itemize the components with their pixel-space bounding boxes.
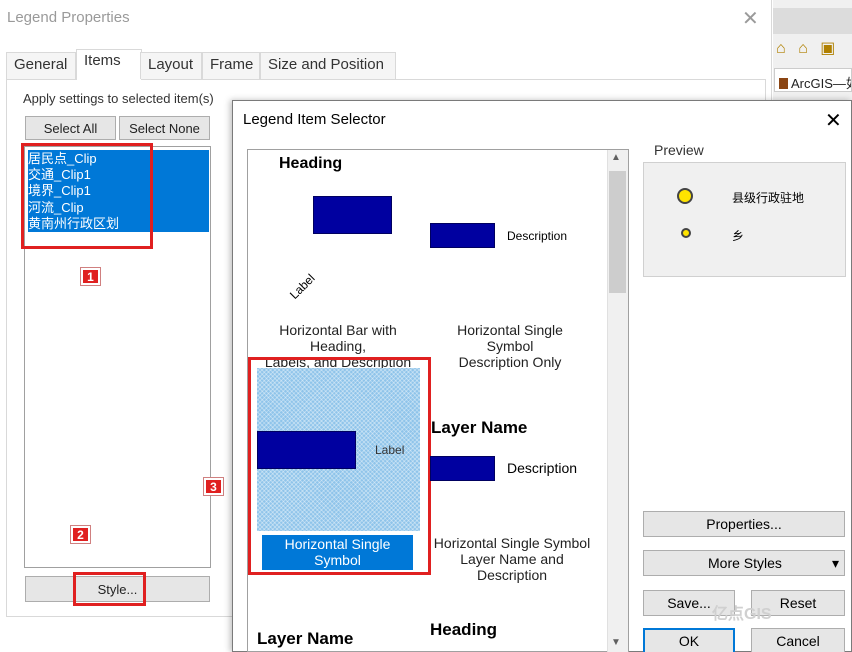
preview-row-text: 县级行政驻地: [732, 191, 805, 205]
preview-county-seat-symbol-icon: [677, 188, 693, 204]
style4-description: Description: [507, 460, 578, 476]
style1-caption-line1: Horizontal Bar with Heading,: [279, 322, 397, 354]
select-none-button[interactable]: Select None: [119, 116, 210, 140]
annotation-badge-2: 2: [70, 525, 91, 544]
annotation-box-3: [248, 357, 431, 575]
style1-heading: Heading: [279, 155, 343, 172]
legend-item-selector-title: Legend Item Selector: [243, 111, 386, 128]
style4-caption-line2: Layer Name and Description: [460, 551, 564, 583]
style4-layer-name: Layer Name: [431, 418, 528, 437]
tab-items[interactable]: Items: [76, 49, 142, 80]
legend-item-selector-close-icon[interactable]: ✕: [825, 108, 842, 133]
tab-size-and-position[interactable]: Size and Position: [260, 52, 396, 79]
background-tab-label: ArcGIS—如: [791, 76, 851, 91]
style2-caption[interactable]: Horizontal Single Symbol Description Onl…: [433, 322, 587, 370]
tab-layout[interactable]: Layout: [140, 52, 202, 79]
properties-button[interactable]: Properties...: [643, 511, 845, 537]
background-tab-arcgis[interactable]: ArcGIS—如: [774, 68, 852, 92]
more-styles-label: More Styles: [708, 555, 782, 571]
watermark: 亿点GIS: [712, 606, 772, 623]
style2-symbol: [430, 223, 495, 248]
style4-caption[interactable]: Horizontal Single Symbol Layer Name and …: [428, 535, 596, 583]
style2-description: Description: [507, 229, 568, 243]
legend-properties-title: Legend Properties: [7, 9, 130, 26]
style2-caption-line2: Description Only: [458, 354, 562, 370]
gallery-scrollbar-thumb[interactable]: [609, 171, 626, 293]
annotation-badge-1: 1: [80, 267, 101, 286]
more-styles-button[interactable]: More Styles ▾: [643, 550, 845, 576]
select-all-button[interactable]: Select All: [25, 116, 116, 140]
ok-button[interactable]: OK: [643, 628, 735, 652]
style1-bar-symbol: [313, 196, 392, 234]
style2-caption-line1: Horizontal Single Symbol: [457, 322, 563, 354]
preview-label: Preview: [651, 142, 707, 158]
apply-settings-label: Apply settings to selected item(s): [23, 91, 214, 106]
style5-layer-name: Layer Name: [257, 629, 354, 648]
tab-frame[interactable]: Frame: [202, 52, 260, 79]
preview-township-symbol-icon: [681, 228, 691, 238]
dropdown-arrow-icon: ▾: [831, 554, 839, 571]
preview-box: [643, 162, 846, 277]
annotation-badge-3: 3: [203, 477, 224, 496]
annotation-box-1: [21, 143, 153, 249]
style4-symbol: [430, 456, 495, 481]
scroll-down-icon[interactable]: ▼: [611, 637, 621, 648]
annotation-box-2: [73, 572, 146, 606]
tab-general[interactable]: General: [6, 52, 76, 79]
scroll-up-icon[interactable]: ▲: [611, 152, 621, 163]
cancel-button[interactable]: Cancel: [751, 628, 845, 652]
legend-properties-close-icon[interactable]: ✕: [742, 6, 759, 31]
background-window-titlebar: [773, 8, 852, 34]
background-toolbar-icons: ⌂ ⌂ ▣: [776, 40, 840, 57]
preview-row-text: 乡: [732, 229, 745, 243]
style4-caption-line1: Horizontal Single Symbol: [433, 535, 591, 551]
bookmark-icon: [779, 78, 788, 89]
style6-heading: Heading: [430, 620, 498, 639]
